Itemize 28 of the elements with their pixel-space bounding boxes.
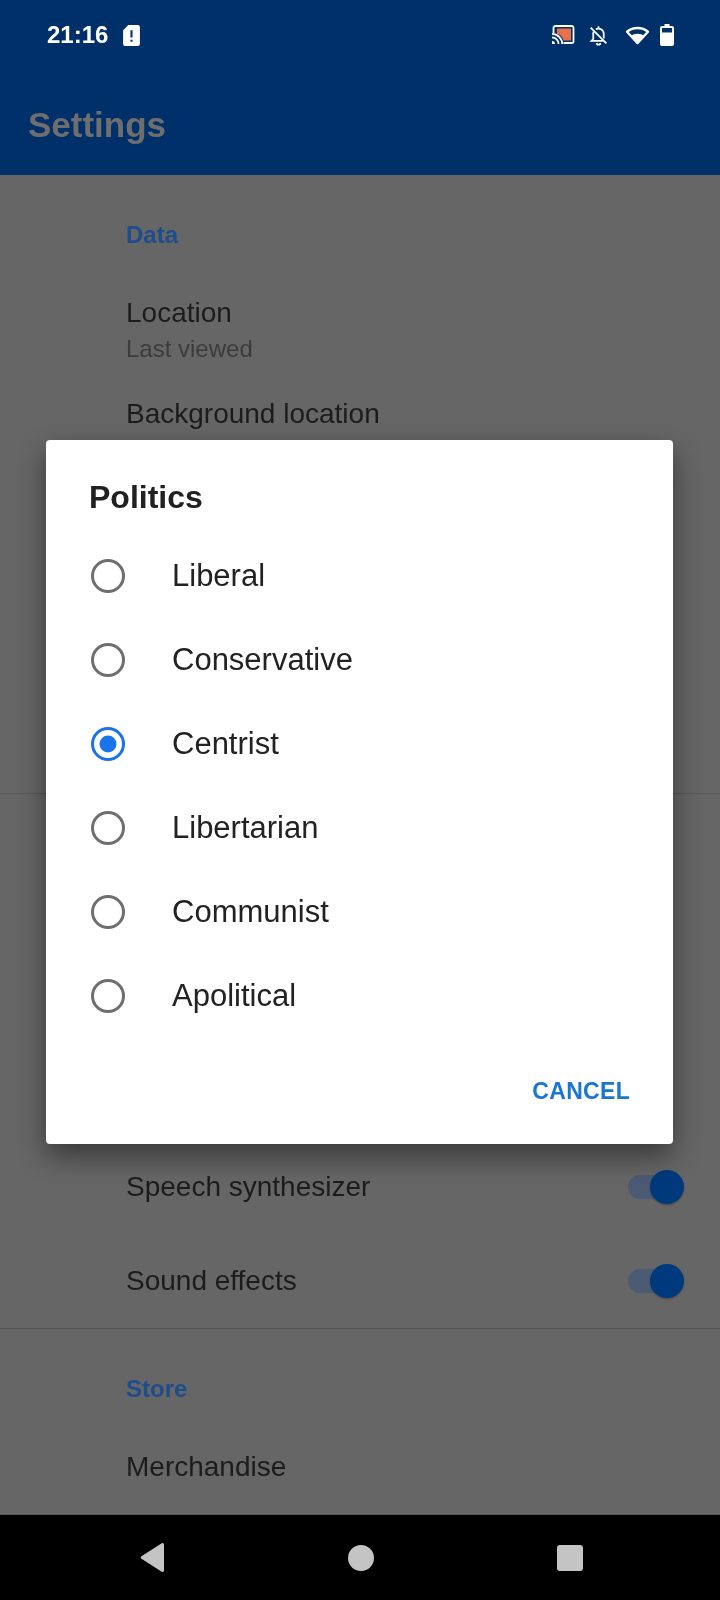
dialog-title: Politics	[89, 478, 203, 517]
toggle-switch[interactable]	[628, 1170, 684, 1204]
cast-icon	[551, 25, 575, 45]
battery-icon	[660, 24, 674, 46]
home-icon[interactable]	[347, 1544, 374, 1571]
status-time: 21:16	[47, 20, 109, 50]
card-alert-icon	[122, 24, 142, 46]
recents-icon[interactable]	[556, 1544, 583, 1571]
radio-icon[interactable]	[91, 979, 125, 1013]
radio-option[interactable]: Apolitical	[46, 954, 673, 1038]
radio-option[interactable]: Libertarian	[46, 786, 673, 870]
cancel-button[interactable]: CANCEL	[520, 1065, 642, 1117]
radio-icon[interactable]	[91, 811, 125, 845]
radio-option[interactable]: Communist	[46, 870, 673, 954]
wifi-icon	[625, 25, 650, 45]
back-icon[interactable]	[139, 1543, 165, 1572]
section-header: Store	[126, 1374, 188, 1404]
radio-option[interactable]: Liberal	[46, 534, 673, 618]
bell-off-icon	[588, 24, 609, 46]
toggle-switch[interactable]	[628, 1264, 684, 1298]
app-bar-title: Settings	[28, 103, 167, 146]
radio-icon[interactable]	[91, 559, 125, 593]
radio-option[interactable]: Centrist	[46, 702, 673, 786]
section-header: Data	[126, 220, 179, 250]
radio-icon[interactable]	[91, 895, 125, 929]
radio-icon[interactable]	[91, 727, 125, 761]
radio-option[interactable]: Conservative	[46, 618, 673, 702]
radio-icon[interactable]	[91, 643, 125, 677]
